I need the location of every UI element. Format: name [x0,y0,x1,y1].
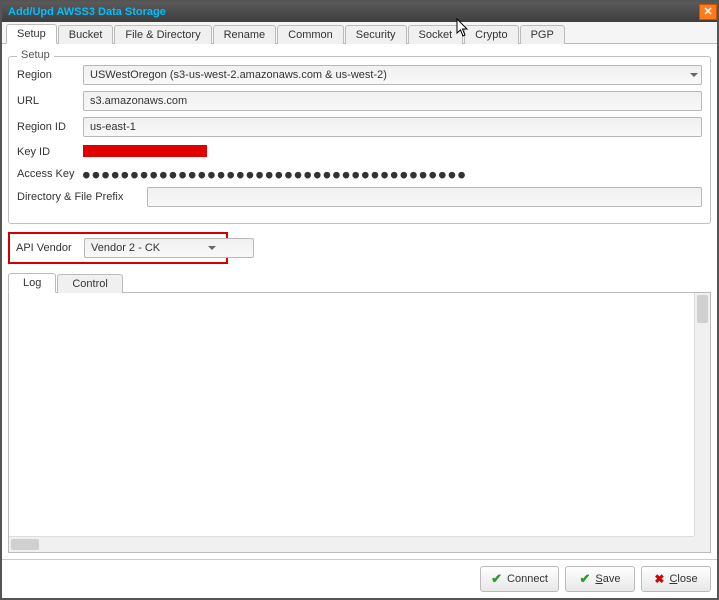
connect-button[interactable]: ✔ Connect [480,566,559,592]
key-id-label: Key ID [17,146,83,158]
close-label: Close [669,573,697,585]
row-access-key: Access Key ●●●●●●●●●●●●●●●●●●●●●●●●●●●●●… [17,166,702,181]
horizontal-scrollbar[interactable] [9,536,694,552]
tab-log[interactable]: Log [8,273,56,293]
url-label: URL [17,95,83,107]
tab-setup[interactable]: Setup [6,24,57,44]
lower-tabstrip: Log Control [8,272,711,293]
api-vendor-highlight: API Vendor [8,232,228,264]
content-area: Setup Region URL Region ID Key ID [2,44,717,559]
key-id-redacted [83,145,207,157]
save-button[interactable]: ✔ Save [565,566,635,592]
check-icon: ✔ [491,571,502,587]
api-vendor-label: API Vendor [16,242,84,254]
tab-socket[interactable]: Socket [408,25,464,44]
scrollbar-corner [694,536,710,552]
tab-common[interactable]: Common [277,25,344,44]
close-button[interactable]: ✖ Close [641,566,711,592]
row-region-id: Region ID [17,117,702,137]
url-input[interactable] [83,91,702,111]
region-id-label: Region ID [17,121,83,133]
tab-pgp[interactable]: PGP [520,25,565,44]
api-vendor-select[interactable] [84,238,254,258]
prefix-label: Directory & File Prefix [17,191,147,203]
region-select[interactable] [83,65,702,85]
row-prefix: Directory & File Prefix [17,187,702,207]
save-label: Save [595,573,620,585]
api-vendor-row-container: API Vendor [8,230,711,264]
region-id-input[interactable] [83,117,702,137]
dialog-window: Add/Upd AWSS3 Data Storage ✕ Setup Bucke… [0,0,719,600]
setup-fieldset: Setup Region URL Region ID Key ID [8,56,711,224]
row-key-id: Key ID [17,143,702,160]
vertical-scrollbar[interactable] [694,293,710,536]
tab-file-directory[interactable]: File & Directory [114,25,211,44]
access-key-value[interactable]: ●●●●●●●●●●●●●●●●●●●●●●●●●●●●●●●●●●●●●●●● [83,166,702,181]
tab-control[interactable]: Control [57,274,122,293]
close-icon: ✖ [654,572,664,586]
main-tabstrip: Setup Bucket File & Directory Rename Com… [2,22,717,44]
titlebar[interactable]: Add/Upd AWSS3 Data Storage ✕ [2,2,717,22]
region-label: Region [17,69,83,81]
connect-label: Connect [507,573,548,585]
tab-bucket[interactable]: Bucket [58,25,114,44]
tab-rename[interactable]: Rename [213,25,277,44]
key-id-value[interactable] [83,143,702,160]
tab-security[interactable]: Security [345,25,407,44]
window-close-button[interactable]: ✕ [699,4,717,20]
api-vendor-select-wrap [84,238,220,258]
access-key-label: Access Key [17,168,83,180]
row-region: Region [17,65,702,85]
region-select-wrap [83,65,702,85]
window-title: Add/Upd AWSS3 Data Storage [8,6,166,18]
footer-buttons: ✔ Connect ✔ Save ✖ Close [2,559,717,598]
prefix-input[interactable] [147,187,702,207]
log-pane[interactable] [8,293,711,553]
check-icon: ✔ [580,571,591,587]
row-url: URL [17,91,702,111]
tab-crypto[interactable]: Crypto [464,25,518,44]
setup-legend: Setup [17,49,54,61]
